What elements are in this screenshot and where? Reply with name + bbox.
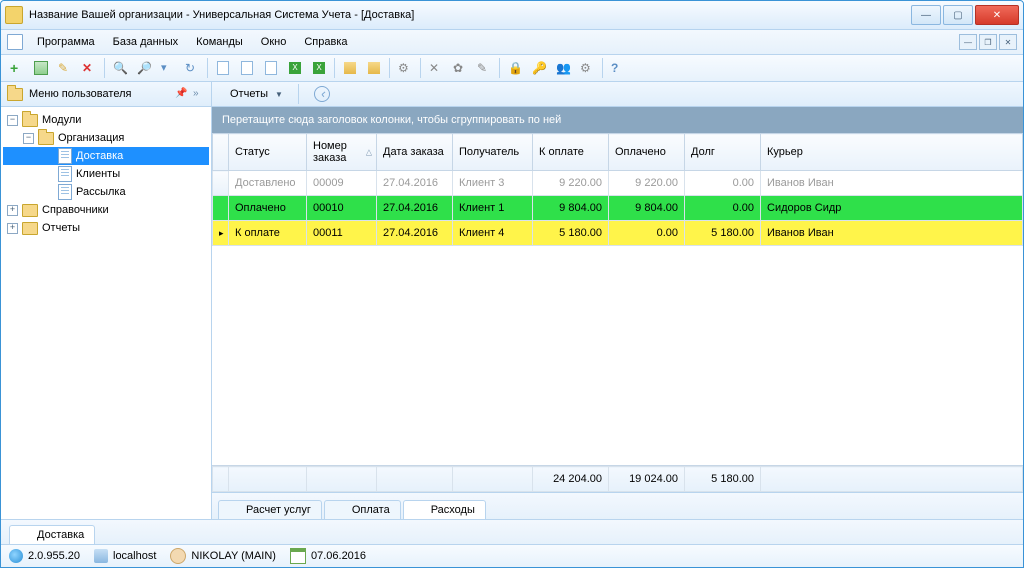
tree-references[interactable]: +Справочники: [3, 201, 209, 219]
chart-button[interactable]: [339, 57, 361, 79]
total-to-pay: 24 204.00: [533, 467, 609, 492]
col-paid[interactable]: Оплачено: [609, 134, 685, 171]
grid-footer: 24 204.00 19 024.00 5 180.00: [212, 466, 1023, 492]
tool1-button[interactable]: ⚙: [394, 57, 416, 79]
find-button[interactable]: 🔎: [133, 57, 155, 79]
reports-toolbar: Отчеты▼: [212, 82, 1023, 107]
export-excel-button[interactable]: X: [284, 57, 306, 79]
tool3-button[interactable]: ✿: [449, 57, 471, 79]
add-button[interactable]: +: [6, 57, 28, 79]
help-button[interactable]: ?: [607, 57, 629, 79]
detail-tabs: Расчет услуг Оплата Расходы: [212, 492, 1023, 519]
tool2-button[interactable]: ✕: [425, 57, 447, 79]
edit-button[interactable]: ✎: [54, 57, 76, 79]
titlebar: Название Вашей организации - Универсальн…: [1, 1, 1023, 30]
filter-button[interactable]: ▾: [157, 57, 179, 79]
menu-commands[interactable]: Команды: [188, 33, 251, 51]
clock-icon: [314, 86, 330, 102]
collapse-icon[interactable]: »: [193, 88, 205, 100]
tree-modules[interactable]: −Модули: [3, 111, 209, 129]
menu-window[interactable]: Окно: [253, 33, 295, 51]
clock-button[interactable]: [308, 84, 336, 104]
data-grid: Статус Номер заказа△ Дата заказа Получат…: [212, 133, 1023, 466]
user-icon: [170, 548, 186, 564]
main-toolbar: + ✎ ✕ 🔍 🔎 ▾ ↻ X X ⚙ ✕ ✿ ✎ 🔒 🔑 👥 ⚙ ?: [1, 55, 1023, 82]
calendar-icon: [290, 548, 306, 564]
users-button[interactable]: 👥: [552, 57, 574, 79]
settings-button[interactable]: ⚙: [576, 57, 598, 79]
delete-button[interactable]: ✕: [78, 57, 100, 79]
folder-icon: [7, 88, 23, 101]
menu-database[interactable]: База данных: [105, 33, 187, 51]
close-button[interactable]: ✕: [975, 5, 1019, 25]
statusbar: 2.0.955.20 localhost NIKOLAY (MAIN) 07.0…: [1, 544, 1023, 567]
sidebar: Меню пользователя 📌 » −Модули −Организац…: [1, 82, 212, 519]
status-user: NIKOLAY (MAIN): [170, 548, 276, 564]
doc2-button[interactable]: [236, 57, 258, 79]
tree-item-delivery[interactable]: Доставка: [3, 147, 209, 165]
tree-organization[interactable]: −Организация: [3, 129, 209, 147]
table-row[interactable]: Оплачено0001027.04.2016Клиент 19 804.009…: [213, 196, 1023, 221]
window-title: Название Вашей организации - Универсальн…: [29, 9, 911, 21]
status-date: 07.06.2016: [290, 548, 366, 564]
document-icon: [7, 34, 23, 50]
nav-tree: −Модули −Организация Доставка Клиенты Ра…: [1, 107, 211, 519]
copy-button[interactable]: [30, 57, 52, 79]
db-icon: [94, 549, 108, 563]
globe-icon: [9, 549, 23, 563]
menubar: Программа База данных Команды Окно Справ…: [1, 30, 1023, 55]
chart2-button[interactable]: [363, 57, 385, 79]
tab-calc[interactable]: Расчет услуг: [218, 500, 322, 519]
tree-reports[interactable]: +Отчеты: [3, 219, 209, 237]
tool4-button[interactable]: ✎: [473, 57, 495, 79]
app-icon: [5, 6, 23, 24]
tree-item-mailing[interactable]: Рассылка: [3, 183, 209, 201]
group-by-bar[interactable]: Перетащите сюда заголовок колонки, чтобы…: [212, 107, 1023, 133]
main-area: Отчеты▼ Перетащите сюда заголовок колонк…: [212, 82, 1023, 519]
total-paid: 19 024.00: [609, 467, 685, 492]
col-recipient[interactable]: Получатель: [453, 134, 533, 171]
maximize-button[interactable]: ▢: [943, 5, 973, 25]
col-to-pay[interactable]: К оплате: [533, 134, 609, 171]
tab-expenses[interactable]: Расходы: [403, 500, 486, 519]
table-row[interactable]: Доставлено0000927.04.2016Клиент 39 220.0…: [213, 171, 1023, 196]
col-order-no[interactable]: Номер заказа△: [307, 134, 377, 171]
doc1-button[interactable]: [212, 57, 234, 79]
tab-payment[interactable]: Оплата: [324, 500, 401, 519]
grid-header-row: Статус Номер заказа△ Дата заказа Получат…: [213, 134, 1023, 171]
menu-help[interactable]: Справка: [296, 33, 355, 51]
window-tab-delivery[interactable]: Доставка: [9, 525, 95, 544]
sort-asc-icon: △: [366, 148, 372, 157]
refresh-button[interactable]: ↻: [181, 57, 203, 79]
mdi-restore-button[interactable]: ❐: [979, 34, 997, 50]
lock-button[interactable]: 🔒: [504, 57, 526, 79]
search-button[interactable]: 🔍: [109, 57, 131, 79]
sidebar-title: Меню пользователя: [29, 88, 131, 100]
col-order-date[interactable]: Дата заказа: [377, 134, 453, 171]
col-courier[interactable]: Курьер: [761, 134, 1023, 171]
tree-item-clients[interactable]: Клиенты: [3, 165, 209, 183]
col-debt[interactable]: Долг: [685, 134, 761, 171]
key-button[interactable]: 🔑: [528, 57, 550, 79]
row-indicator-header: [213, 134, 229, 171]
minimize-button[interactable]: —: [911, 5, 941, 25]
mdi-close-button[interactable]: ✕: [999, 34, 1017, 50]
pin-icon[interactable]: 📌: [175, 88, 187, 100]
status-version: 2.0.955.20: [9, 549, 80, 563]
app-window: Название Вашей организации - Универсальн…: [0, 0, 1024, 568]
sidebar-header: Меню пользователя 📌 »: [1, 82, 211, 107]
total-debt: 5 180.00: [685, 467, 761, 492]
mdi-minimize-button[interactable]: —: [959, 34, 977, 50]
table-row[interactable]: ▸К оплате0001127.04.2016Клиент 45 180.00…: [213, 221, 1023, 246]
menu-program[interactable]: Программа: [29, 33, 103, 51]
export2-button[interactable]: X: [308, 57, 330, 79]
col-status[interactable]: Статус: [229, 134, 307, 171]
doc3-button[interactable]: [260, 57, 282, 79]
status-host: localhost: [94, 549, 156, 563]
window-tabs: Доставка: [1, 519, 1023, 544]
reports-dropdown[interactable]: Отчеты▼: [224, 86, 289, 102]
